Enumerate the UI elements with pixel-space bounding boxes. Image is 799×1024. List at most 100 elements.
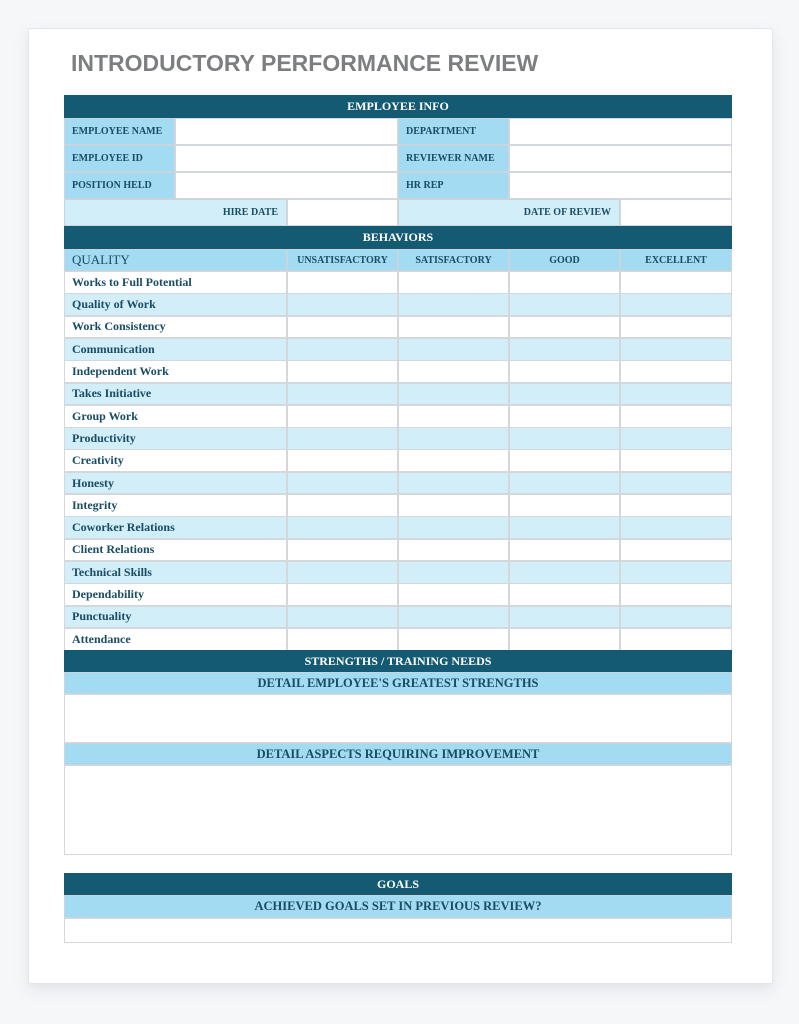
rating-cell-unsatisfactory[interactable]	[287, 583, 398, 606]
column-header-quality: QUALITY	[64, 249, 287, 271]
rating-cell-satisfactory[interactable]	[398, 293, 509, 317]
hire-date-field[interactable]	[287, 199, 398, 226]
position-held-label: POSITION HELD	[64, 172, 175, 199]
rating-cell-good[interactable]	[509, 337, 620, 361]
rating-cell-unsatisfactory[interactable]	[287, 404, 398, 428]
rating-cell-good[interactable]	[509, 382, 620, 406]
rating-cell-excellent[interactable]	[620, 605, 732, 629]
rating-cell-good[interactable]	[509, 538, 620, 562]
rating-cell-unsatisfactory[interactable]	[287, 605, 398, 629]
reviewer-name-label: REVIEWER NAME	[398, 145, 509, 172]
quality-label: Dependability	[64, 583, 287, 606]
quality-label: Creativity	[64, 449, 287, 473]
rating-cell-unsatisfactory[interactable]	[287, 315, 398, 339]
column-header-good: GOOD	[509, 249, 620, 271]
rating-cell-unsatisfactory[interactable]	[287, 271, 398, 294]
rating-cell-satisfactory[interactable]	[398, 471, 509, 495]
rating-cell-satisfactory[interactable]	[398, 494, 509, 517]
improvement-field[interactable]	[64, 765, 732, 855]
rating-cell-excellent[interactable]	[620, 471, 732, 495]
rating-cell-excellent[interactable]	[620, 449, 732, 473]
employee-info-header: EMPLOYEE INFO	[64, 95, 732, 118]
rating-cell-excellent[interactable]	[620, 271, 732, 294]
rating-cell-unsatisfactory[interactable]	[287, 538, 398, 562]
rating-cell-unsatisfactory[interactable]	[287, 382, 398, 406]
rating-cell-satisfactory[interactable]	[398, 605, 509, 629]
improvement-label: DETAIL ASPECTS REQUIRING IMPROVEMENT	[64, 743, 732, 765]
rating-cell-excellent[interactable]	[620, 427, 732, 450]
quality-label: Communication	[64, 337, 287, 361]
department-label: DEPARTMENT	[398, 118, 509, 145]
rating-cell-excellent[interactable]	[620, 293, 732, 317]
quality-label: Productivity	[64, 427, 287, 450]
rating-cell-unsatisfactory[interactable]	[287, 627, 398, 651]
rating-cell-good[interactable]	[509, 315, 620, 339]
rating-cell-good[interactable]	[509, 449, 620, 473]
rating-cell-unsatisfactory[interactable]	[287, 516, 398, 540]
rating-cell-unsatisfactory[interactable]	[287, 560, 398, 584]
rating-cell-good[interactable]	[509, 293, 620, 317]
rating-cell-good[interactable]	[509, 583, 620, 606]
rating-cell-satisfactory[interactable]	[398, 315, 509, 339]
hire-date-label: HIRE DATE	[64, 199, 287, 226]
rating-cell-good[interactable]	[509, 627, 620, 651]
rating-cell-excellent[interactable]	[620, 315, 732, 339]
achieved-goals-label: ACHIEVED GOALS SET IN PREVIOUS REVIEW?	[64, 895, 732, 918]
behaviors-header: BEHAVIORS	[64, 226, 732, 249]
rating-cell-unsatisfactory[interactable]	[287, 449, 398, 473]
rating-cell-excellent[interactable]	[620, 516, 732, 540]
rating-cell-unsatisfactory[interactable]	[287, 337, 398, 361]
position-held-field[interactable]	[175, 172, 398, 199]
reviewer-name-field[interactable]	[509, 145, 732, 172]
rating-cell-good[interactable]	[509, 404, 620, 428]
greatest-strengths-label: DETAIL EMPLOYEE'S GREATEST STRENGTHS	[64, 672, 732, 694]
rating-cell-excellent[interactable]	[620, 494, 732, 517]
rating-cell-satisfactory[interactable]	[398, 382, 509, 406]
quality-label: Quality of Work	[64, 293, 287, 317]
rating-cell-good[interactable]	[509, 605, 620, 629]
rating-cell-unsatisfactory[interactable]	[287, 360, 398, 383]
rating-cell-good[interactable]	[509, 516, 620, 540]
rating-cell-excellent[interactable]	[620, 404, 732, 428]
rating-cell-good[interactable]	[509, 560, 620, 584]
employee-name-field[interactable]	[175, 118, 398, 145]
greatest-strengths-field[interactable]	[64, 694, 732, 743]
rating-cell-unsatisfactory[interactable]	[287, 427, 398, 450]
rating-cell-satisfactory[interactable]	[398, 449, 509, 473]
rating-cell-satisfactory[interactable]	[398, 560, 509, 584]
rating-cell-excellent[interactable]	[620, 360, 732, 383]
rating-cell-unsatisfactory[interactable]	[287, 471, 398, 495]
rating-cell-satisfactory[interactable]	[398, 337, 509, 361]
rating-cell-good[interactable]	[509, 360, 620, 383]
quality-label: Independent Work	[64, 360, 287, 383]
quality-label: Technical Skills	[64, 560, 287, 584]
quality-label: Honesty	[64, 471, 287, 495]
rating-cell-excellent[interactable]	[620, 337, 732, 361]
employee-id-field[interactable]	[175, 145, 398, 172]
rating-cell-excellent[interactable]	[620, 382, 732, 406]
quality-label: Client Relations	[64, 538, 287, 562]
achieved-goals-field[interactable]	[64, 918, 732, 943]
rating-cell-excellent[interactable]	[620, 583, 732, 606]
rating-cell-excellent[interactable]	[620, 560, 732, 584]
rating-cell-unsatisfactory[interactable]	[287, 293, 398, 317]
rating-cell-excellent[interactable]	[620, 627, 732, 651]
rating-cell-excellent[interactable]	[620, 538, 732, 562]
rating-cell-satisfactory[interactable]	[398, 271, 509, 294]
date-of-review-field[interactable]	[620, 199, 732, 226]
employee-id-label: EMPLOYEE ID	[64, 145, 175, 172]
rating-cell-satisfactory[interactable]	[398, 516, 509, 540]
rating-cell-good[interactable]	[509, 271, 620, 294]
rating-cell-satisfactory[interactable]	[398, 404, 509, 428]
rating-cell-satisfactory[interactable]	[398, 627, 509, 651]
rating-cell-good[interactable]	[509, 427, 620, 450]
rating-cell-satisfactory[interactable]	[398, 360, 509, 383]
rating-cell-satisfactory[interactable]	[398, 427, 509, 450]
department-field[interactable]	[509, 118, 732, 145]
rating-cell-satisfactory[interactable]	[398, 538, 509, 562]
hr-rep-field[interactable]	[509, 172, 732, 199]
rating-cell-good[interactable]	[509, 471, 620, 495]
rating-cell-unsatisfactory[interactable]	[287, 494, 398, 517]
rating-cell-satisfactory[interactable]	[398, 583, 509, 606]
rating-cell-good[interactable]	[509, 494, 620, 517]
